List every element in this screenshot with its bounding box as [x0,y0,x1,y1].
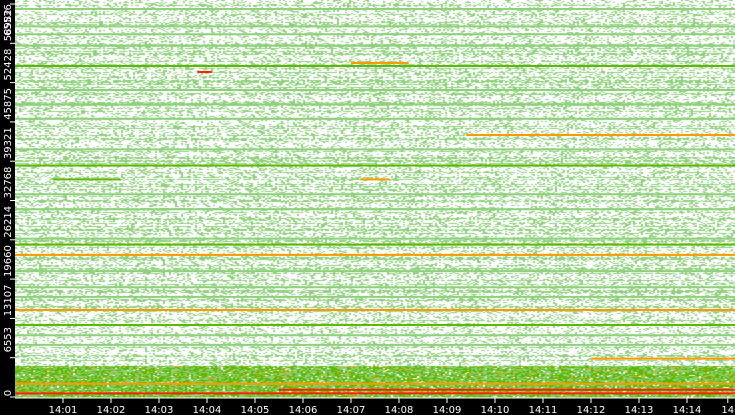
y-tick-label: 6553 [3,327,14,352]
x-tick-label: 14:02 [97,405,126,415]
y-tick-label: 65536 [3,4,14,36]
x-tick-label: 14:03 [145,405,174,415]
x-tick-label: 14:09 [433,405,462,415]
x-tick-label: 14:07 [337,405,366,415]
x-tick-label: 14:11 [529,405,558,415]
y-tick-label: 19660 [3,245,14,277]
x-tick-label: 14:04 [193,405,222,415]
y-tick-label: 26214 [3,206,14,238]
x-axis: 14:01 14:02 14:03 14:04 14:05 14:06 14:07 14:08… [15,397,735,415]
x-tick-label: 14:08 [385,405,414,415]
port-activity-heatmap: 0 6553 13107 19660 26214 32768 39321 45875 52428… [0,0,735,415]
x-tick-label: 14:01 [49,405,78,415]
x-tick-label: 14:14 [673,405,702,415]
x-tick-label: 14:10 [481,405,510,415]
x-tick-label: 14:06 [289,405,318,415]
x-tick-label: 14:05 [241,405,270,415]
y-tick-label: 13107 [3,284,14,316]
chart-overlay: 0 6553 13107 19660 26214 32768 39321 45875 52428… [3,3,735,415]
y-tick-label: 52428 [3,49,14,81]
x-tick-label: 14 [721,405,734,415]
x-tick-label: 14:13 [625,405,654,415]
y-tick-label: 0 [3,390,14,396]
y-tick-label: 39321 [3,127,14,159]
x-tick-label: 14:12 [577,405,606,415]
y-axis: 0 6553 13107 19660 26214 32768 39321 45875 52428… [3,3,15,398]
y-tick-label: 32768 [3,167,14,199]
y-tick-label: 45875 [3,88,14,120]
bands-layer [15,8,735,395]
